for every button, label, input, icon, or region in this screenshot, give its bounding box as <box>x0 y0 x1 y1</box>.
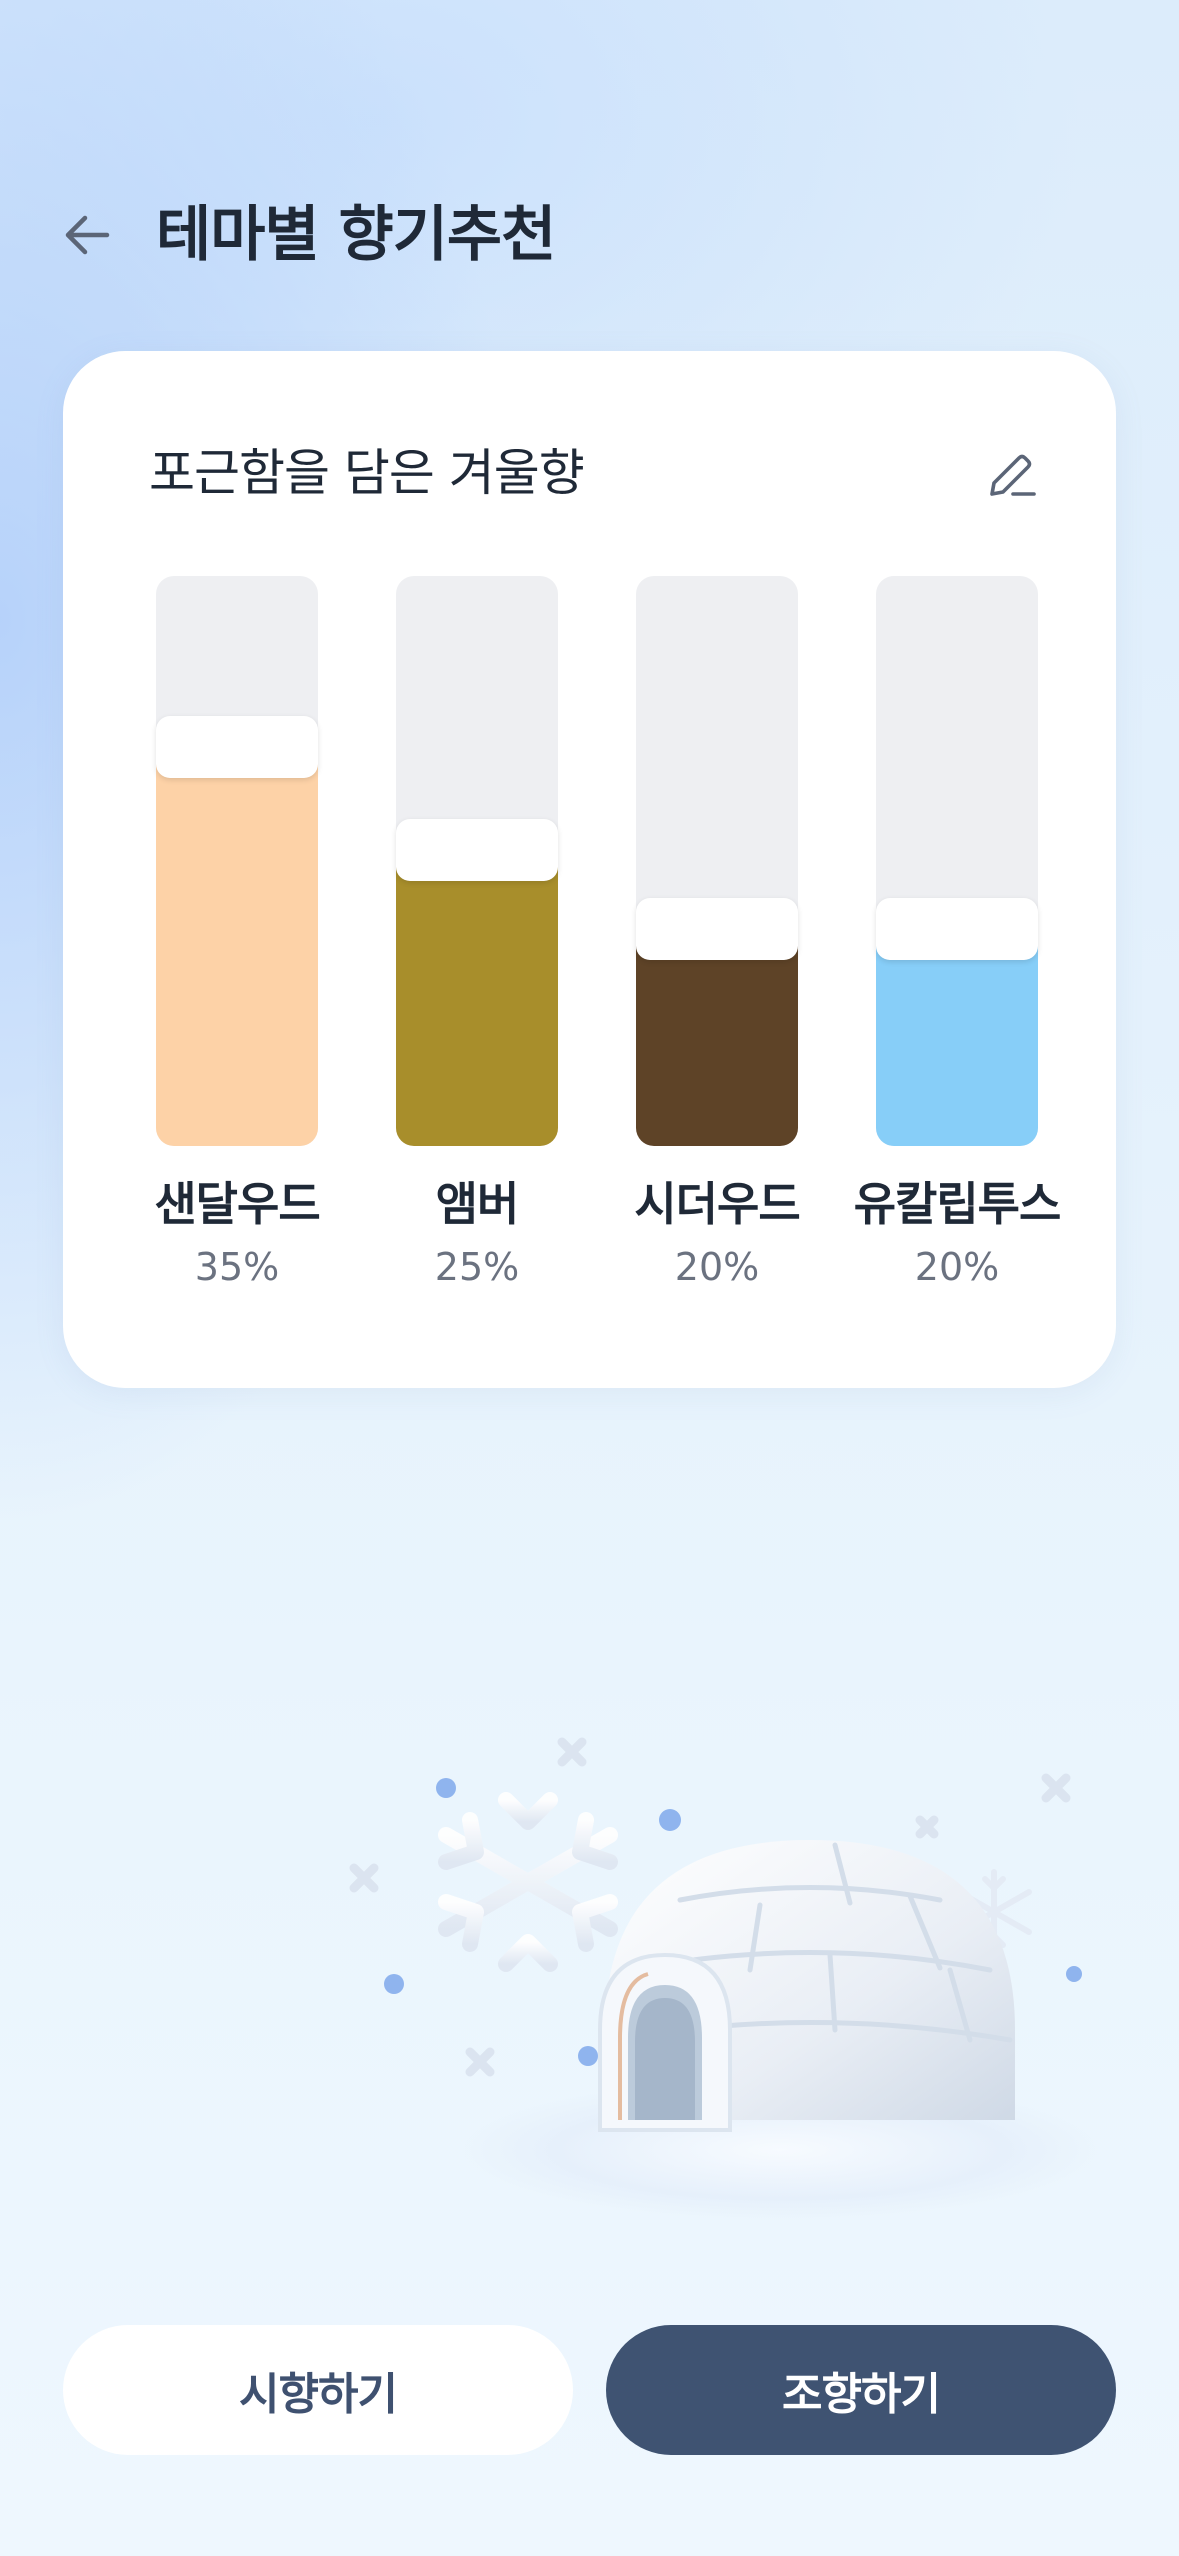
scent-recipe-card: 포근함을 담은 겨울향 샌달우드 35% 앰버 25% 시더우드 20% 유칼립… <box>63 351 1116 1388</box>
scent-ratio-chart: 샌달우드 35% 앰버 25% 시더우드 20% 유칼립투스 20% <box>63 351 1116 1388</box>
bar-track[interactable] <box>636 576 798 1146</box>
page-title: 테마별 향기추천 <box>156 200 556 270</box>
bar-handle-amber[interactable] <box>396 819 558 881</box>
bar-label-amber: 앰버 <box>435 1177 520 1231</box>
bar-fill-cedarwood <box>636 929 798 1146</box>
try-scent-button[interactable]: 시향하기 <box>63 2325 573 2455</box>
back-button[interactable] <box>52 200 122 270</box>
arrow-left-icon <box>65 215 110 255</box>
bar-track[interactable] <box>156 576 318 1146</box>
blend-scent-button[interactable]: 조향하기 <box>606 2325 1116 2455</box>
bar-track[interactable] <box>876 576 1038 1146</box>
bar-value-sandalwood: 35% <box>194 1245 280 1289</box>
bar-track[interactable] <box>396 576 558 1146</box>
bar-handle-sandalwood[interactable] <box>156 716 318 778</box>
bar-fill-sandalwood <box>156 747 318 1146</box>
bar-value-amber: 25% <box>434 1245 520 1289</box>
header: 테마별 향기추천 <box>0 170 1179 300</box>
bar-handle-cedarwood[interactable] <box>636 898 798 960</box>
bar-value-eucalyptus: 20% <box>914 1245 1000 1289</box>
igloo-snowflakes-illustration <box>330 1700 1130 2240</box>
bar-fill-amber <box>396 850 558 1146</box>
bar-fill-eucalyptus <box>876 929 1038 1146</box>
bar-label-cedarwood: 시더우드 <box>634 1177 800 1231</box>
bar-label-eucalyptus: 유칼립투스 <box>853 1177 1062 1231</box>
bar-value-cedarwood: 20% <box>674 1245 760 1289</box>
bar-label-sandalwood: 샌달우드 <box>154 1177 320 1231</box>
bar-handle-eucalyptus[interactable] <box>876 898 1038 960</box>
